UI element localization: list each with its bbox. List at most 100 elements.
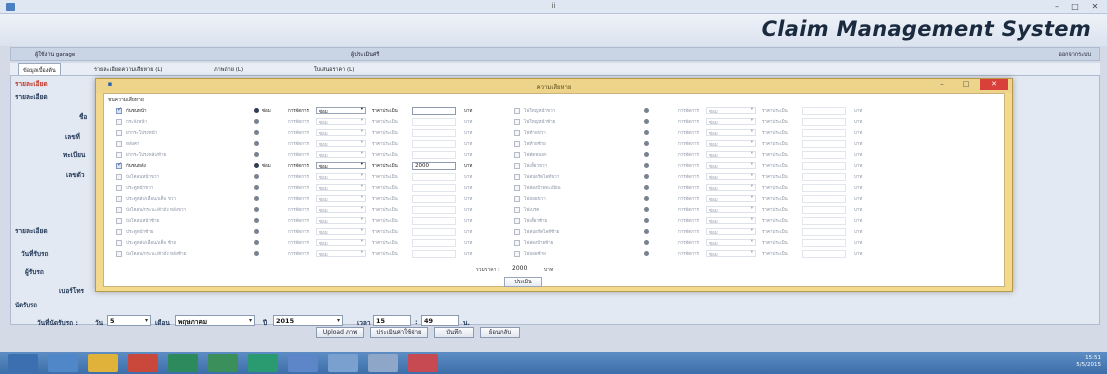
tab-damage[interactable]: รายละเอียดความเสียหาย (L) xyxy=(90,63,167,75)
ie-icon[interactable] xyxy=(48,354,78,372)
app-icon-3[interactable] xyxy=(208,354,238,372)
light-method-select[interactable]: ซ่อม ▾ xyxy=(706,162,756,170)
light-price-input[interactable] xyxy=(802,118,846,126)
price-input[interactable] xyxy=(412,217,456,225)
method-select[interactable]: ซ่อม ▾ xyxy=(316,151,366,159)
light-price-input[interactable] xyxy=(802,151,846,159)
app-icon-4[interactable] xyxy=(248,354,278,372)
repair-radio[interactable] xyxy=(254,251,259,256)
light-checkbox[interactable] xyxy=(514,218,520,224)
light-repair-radio[interactable] xyxy=(644,108,649,113)
minute-input[interactable]: 49 xyxy=(421,315,459,326)
light-repair-radio[interactable] xyxy=(644,251,649,256)
light-method-select[interactable]: ซ่อม ▾ xyxy=(706,195,756,203)
light-checkbox[interactable] xyxy=(514,108,520,114)
price-input[interactable] xyxy=(412,184,456,192)
light-method-select[interactable]: ซ่อม ▾ xyxy=(706,173,756,181)
price-input[interactable] xyxy=(412,107,456,115)
damage-checkbox[interactable] xyxy=(116,251,122,257)
price-input[interactable] xyxy=(412,129,456,137)
light-repair-radio[interactable] xyxy=(644,185,649,190)
damage-checkbox[interactable] xyxy=(116,240,122,246)
price-input[interactable] xyxy=(412,206,456,214)
light-price-input[interactable] xyxy=(802,140,846,148)
light-checkbox[interactable] xyxy=(514,251,520,257)
app-icon-8[interactable] xyxy=(408,354,438,372)
light-repair-radio[interactable] xyxy=(644,218,649,223)
save-button[interactable]: บันทึก xyxy=(434,327,474,338)
repair-radio[interactable] xyxy=(254,196,259,201)
light-method-select[interactable]: ซ่อม ▾ xyxy=(706,206,756,214)
damage-checkbox[interactable] xyxy=(116,106,122,114)
dialog-maximize-icon[interactable]: □ xyxy=(956,79,976,90)
dialog-minimize-icon[interactable]: – xyxy=(932,79,952,90)
tab-photos[interactable]: ภาพถ่าย (L) xyxy=(210,63,247,75)
light-repair-radio[interactable] xyxy=(644,240,649,245)
light-repair-radio[interactable] xyxy=(644,174,649,179)
light-method-select[interactable]: ซ่อม ▾ xyxy=(706,239,756,247)
light-method-select[interactable]: ซ่อม ▾ xyxy=(706,140,756,148)
damage-checkbox[interactable] xyxy=(116,207,122,213)
light-checkbox[interactable] xyxy=(514,207,520,213)
light-checkbox[interactable] xyxy=(514,196,520,202)
back-button[interactable]: ย้อนกลับ xyxy=(480,327,520,338)
price-input[interactable] xyxy=(412,173,456,181)
light-repair-radio[interactable] xyxy=(644,196,649,201)
app-icon-2[interactable] xyxy=(168,354,198,372)
damage-checkbox[interactable] xyxy=(116,130,122,136)
damage-checkbox[interactable] xyxy=(116,185,122,191)
light-method-select[interactable]: ซ่อม ▾ xyxy=(706,129,756,137)
light-price-input[interactable] xyxy=(802,250,846,258)
damage-checkbox[interactable] xyxy=(116,174,122,180)
repair-radio[interactable] xyxy=(254,108,259,113)
damage-checkbox[interactable] xyxy=(116,152,122,158)
app-icon-6[interactable] xyxy=(328,354,358,372)
light-checkbox[interactable] xyxy=(514,229,520,235)
light-repair-radio[interactable] xyxy=(644,119,649,124)
light-checkbox[interactable] xyxy=(514,141,520,147)
repair-radio[interactable] xyxy=(254,119,259,124)
method-select[interactable]: ซ่อม ▾ xyxy=(316,195,366,203)
method-select[interactable]: ซ่อม ▾ xyxy=(316,228,366,236)
repair-radio[interactable] xyxy=(254,240,259,245)
method-select[interactable]: ซ่อม ▾ xyxy=(316,184,366,192)
light-price-input[interactable] xyxy=(802,228,846,236)
start-icon[interactable] xyxy=(8,354,38,372)
price-input[interactable] xyxy=(412,118,456,126)
damage-checkbox[interactable] xyxy=(116,218,122,224)
method-select[interactable]: ซ่อม ▾ xyxy=(316,173,366,181)
price-input[interactable] xyxy=(412,140,456,148)
close-icon[interactable]: ✕ xyxy=(1087,1,1103,12)
app-icon-5[interactable] xyxy=(288,354,318,372)
repair-radio[interactable] xyxy=(254,218,259,223)
price-input[interactable] xyxy=(412,151,456,159)
light-price-input[interactable] xyxy=(802,129,846,137)
repair-radio[interactable] xyxy=(254,185,259,190)
light-repair-radio[interactable] xyxy=(644,207,649,212)
minimize-icon[interactable]: – xyxy=(1049,1,1065,12)
year-select[interactable]: 2015 ▾ xyxy=(273,315,343,326)
light-method-select[interactable]: ซ่อม ▾ xyxy=(706,228,756,236)
light-price-input[interactable] xyxy=(802,206,846,214)
day-select[interactable]: 5 ▾ xyxy=(107,315,151,326)
light-checkbox[interactable] xyxy=(514,119,520,125)
upload-photo-button[interactable]: Upload ภาพ xyxy=(316,327,364,338)
light-price-input[interactable] xyxy=(802,184,846,192)
light-repair-radio[interactable] xyxy=(644,229,649,234)
damage-checkbox[interactable] xyxy=(116,229,122,235)
price-input[interactable] xyxy=(412,250,456,258)
light-checkbox[interactable] xyxy=(514,152,520,158)
month-select[interactable]: พฤษภาคม ▾ xyxy=(175,315,255,326)
light-method-select[interactable]: ซ่อม ▾ xyxy=(706,184,756,192)
repair-radio[interactable] xyxy=(254,229,259,234)
repair-radio[interactable] xyxy=(254,130,259,135)
light-checkbox[interactable] xyxy=(514,240,520,246)
light-method-select[interactable]: ซ่อม ▾ xyxy=(706,151,756,159)
dialog-close-icon[interactable]: ✕ xyxy=(980,79,1008,90)
repair-radio[interactable] xyxy=(254,163,259,168)
estimate-cost-button[interactable]: ประเมินค่าใช้จ่าย xyxy=(370,327,428,338)
folder-icon[interactable] xyxy=(88,354,118,372)
method-select[interactable]: ซ่อม ▾ xyxy=(316,206,366,214)
repair-radio[interactable] xyxy=(254,141,259,146)
system-clock[interactable]: 15:51 5/5/2015 xyxy=(1076,355,1101,369)
